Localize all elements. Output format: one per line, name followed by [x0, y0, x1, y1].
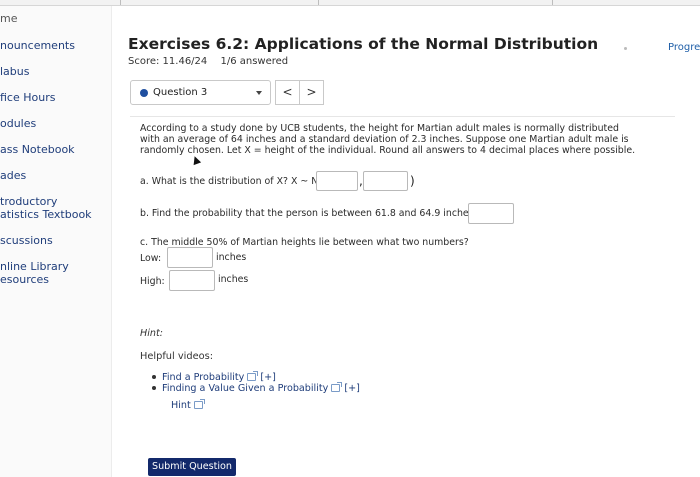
part-a-prompt: a. What is the distribution of X? X ~ N(	[140, 176, 322, 187]
part-a-mean-input[interactable]	[316, 171, 358, 191]
sidebar-item-grades[interactable]: ades	[0, 169, 26, 182]
progress-link[interactable]: Progre	[668, 42, 700, 53]
score-line: Score: 11.46/24 1/6 answered	[128, 56, 298, 67]
expand-toggle[interactable]: [+]	[260, 372, 276, 383]
previous-question-button[interactable]: <	[275, 80, 300, 105]
part-a-sd-input[interactable]	[363, 171, 408, 191]
tab-divider	[318, 0, 319, 5]
hint-link-label: Hint	[171, 400, 191, 411]
question-select-label: Question 3	[153, 87, 208, 98]
sidebar-item-class-notebook[interactable]: ass Notebook	[0, 143, 75, 156]
question-intro: According to a study done by UCB student…	[140, 123, 636, 157]
low-units: inches	[216, 252, 247, 263]
submit-question-button[interactable]: Submit Question	[148, 458, 236, 476]
sidebar-item-library-line1[interactable]: nline Library	[0, 260, 69, 273]
sidebar-item-syllabus[interactable]: labus	[0, 65, 29, 78]
sidebar-item-textbook-line1[interactable]: troductory	[0, 195, 57, 208]
assignment-main: Exercises 6.2: Applications of the Norma…	[112, 6, 700, 477]
sidebar-item-office-hours[interactable]: fice Hours	[0, 91, 55, 104]
bullet-icon	[152, 375, 156, 379]
external-link-icon	[331, 382, 343, 392]
chevron-down-icon	[256, 91, 262, 95]
bullet-icon	[152, 386, 156, 390]
low-value-input[interactable]	[167, 247, 213, 268]
section-divider	[130, 116, 675, 117]
sidebar-item-library-line2[interactable]: esources	[0, 273, 49, 286]
helpful-videos-heading: Helpful videos:	[140, 351, 213, 362]
part-a-close-paren: )	[410, 174, 415, 188]
hint-link[interactable]: Hint	[171, 399, 205, 411]
question-select[interactable]: Question 3	[130, 80, 271, 105]
high-value-input[interactable]	[169, 270, 215, 291]
sidebar-item-announcements[interactable]: nouncements	[0, 39, 75, 52]
external-link-icon	[247, 371, 259, 381]
video-link-find-probability[interactable]: Find a Probability [+]	[152, 371, 276, 383]
page-title: Exercises 6.2: Applications of the Norma…	[128, 35, 599, 53]
high-label: High:	[140, 276, 165, 287]
hint-heading: Hint:	[140, 328, 163, 339]
expand-toggle[interactable]: [+]	[344, 383, 360, 394]
question-status-dot	[140, 89, 148, 97]
low-label: Low:	[140, 253, 162, 264]
score-value: Score: 11.46/24	[128, 56, 208, 67]
sidebar-item-home[interactable]: me	[0, 12, 17, 25]
tab-divider	[120, 0, 121, 5]
video-link-label: Find a Probability	[162, 372, 245, 383]
answered-count: 1/6 answered	[220, 56, 289, 67]
part-b-prompt: b. Find the probability that the person …	[140, 208, 477, 219]
tab-divider	[552, 0, 553, 5]
next-question-button[interactable]: >	[299, 80, 324, 105]
external-link-icon	[193, 399, 205, 409]
video-link-finding-value[interactable]: Finding a Value Given a Probability [+]	[152, 382, 360, 394]
part-b-probability-input[interactable]	[468, 203, 514, 224]
sidebar-item-discussions[interactable]: scussions	[0, 234, 53, 247]
video-link-label: Finding a Value Given a Probability	[162, 383, 329, 394]
sidebar-item-modules[interactable]: odules	[0, 117, 36, 130]
header-dot	[624, 47, 627, 50]
high-units: inches	[218, 274, 249, 285]
sidebar-item-textbook-line2[interactable]: atistics Textbook	[0, 208, 92, 221]
course-sidebar: me nouncements labus fice Hours odules a…	[0, 6, 112, 477]
